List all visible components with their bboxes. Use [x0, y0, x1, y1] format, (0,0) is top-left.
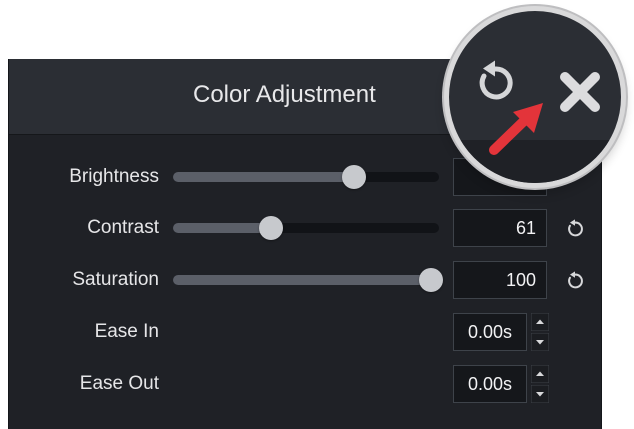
brightness-slider[interactable]: [173, 165, 439, 189]
ease-in-stepper: [531, 313, 549, 351]
panel-title: Color Adjustment: [193, 81, 376, 108]
saturation-slider-thumb[interactable]: [419, 268, 444, 292]
ease-in-up-icon[interactable]: [531, 313, 549, 331]
ease-in-field[interactable]: 0.00s: [453, 313, 527, 351]
ease-out-stepper: [531, 365, 549, 403]
contrast-value-field[interactable]: 61: [453, 209, 547, 247]
saturation-label: Saturation: [72, 269, 159, 290]
brightness-slider-thumb[interactable]: [341, 165, 366, 189]
contrast-reset-icon[interactable]: [564, 218, 586, 240]
ease-in-down-icon[interactable]: [531, 333, 549, 351]
ease-out-down-icon[interactable]: [531, 385, 549, 403]
contrast-slider-fill: [173, 223, 272, 233]
saturation-slider-fill: [173, 275, 432, 285]
contrast-slider-thumb[interactable]: [259, 216, 284, 240]
ease-in-label: Ease In: [94, 321, 159, 342]
saturation-reset-icon[interactable]: [564, 270, 586, 292]
brightness-slider-fill: [173, 172, 354, 182]
ease-out-up-icon[interactable]: [531, 365, 549, 383]
arrow-icon: [489, 103, 543, 155]
ease-out-field[interactable]: 0.00s: [453, 365, 527, 403]
saturation-slider[interactable]: [173, 268, 444, 292]
close-icon[interactable]: [555, 67, 605, 117]
saturation-value-field[interactable]: 100: [453, 261, 547, 299]
contrast-slider[interactable]: [173, 216, 439, 240]
contrast-label: Contrast: [87, 217, 159, 238]
brightness-label: Brightness: [69, 166, 159, 187]
ease-out-label: Ease Out: [79, 373, 159, 394]
